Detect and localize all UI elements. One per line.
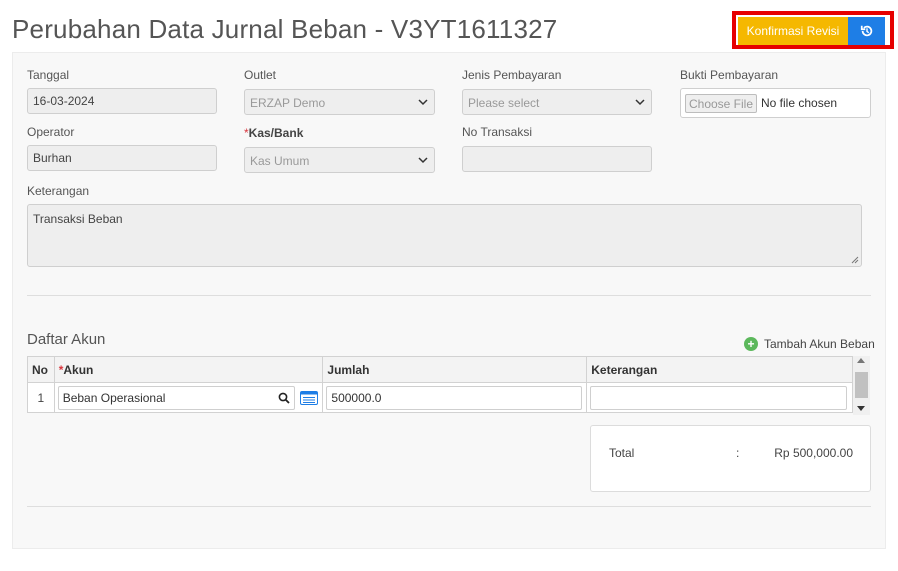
column-header-no: No — [27, 356, 55, 383]
plus-circle-icon: + — [744, 337, 758, 351]
chevron-down-icon — [418, 99, 428, 106]
accounts-table: No *Akun Jumlah Keterangan 1 Beban Opera… — [27, 356, 853, 413]
divider — [27, 295, 871, 296]
tanggal-field[interactable]: 16-03-2024 — [27, 88, 217, 114]
keterangan-label: Keterangan — [27, 184, 90, 198]
row-keterangan-input[interactable] — [590, 385, 848, 410]
kas-bank-select[interactable]: Kas Umum — [244, 147, 435, 173]
operator-label: Operator — [27, 125, 75, 139]
form-panel: Tanggal 16-03-2024 Outlet ERZAP Demo Jen… — [12, 52, 886, 549]
list-browse-icon[interactable] — [299, 390, 318, 405]
akun-value: Beban Operasional — [62, 390, 166, 405]
action-buttons-group: Konfirmasi Revisi — [732, 11, 894, 49]
total-value: Rp 500,000.00 — [774, 446, 853, 460]
resize-grip-icon[interactable] — [851, 256, 859, 264]
operator-field[interactable]: Burhan — [27, 145, 217, 171]
outlet-label: Outlet — [244, 68, 277, 82]
kas-bank-label-text: Kas/Bank — [248, 126, 304, 140]
no-transaksi-label: No Transaksi — [462, 125, 533, 139]
tanggal-label: Tanggal — [27, 68, 70, 82]
keterangan-textarea[interactable]: Transaksi Beban — [27, 204, 862, 267]
jumlah-input[interactable]: 500000.0 — [326, 385, 583, 410]
table-header-row: No *Akun Jumlah Keterangan — [27, 356, 853, 383]
scroll-up-arrow-icon[interactable] — [857, 358, 865, 363]
jumlah-cell: 500000.0 — [322, 382, 588, 413]
kas-bank-label: *Kas/Bank — [244, 126, 303, 140]
add-expense-account-label: Tambah Akun Beban — [764, 337, 875, 351]
keterangan-cell — [586, 382, 853, 413]
bukti-pembayaran-label: Bukti Pembayaran — [680, 68, 779, 82]
chevron-down-icon — [635, 99, 645, 106]
column-header-keterangan: Keterangan — [586, 356, 853, 383]
page-title: Perubahan Data Jurnal Beban - V3YT161132… — [12, 14, 558, 44]
akun-input[interactable]: Beban Operasional — [57, 385, 295, 410]
scroll-down-arrow-icon[interactable] — [857, 406, 865, 411]
total-summary-box: Total : Rp 500,000.00 — [590, 425, 871, 492]
outlet-value: ERZAP Demo — [250, 96, 326, 110]
column-header-akun-text: Akun — [63, 362, 94, 377]
row-number: 1 — [27, 382, 55, 413]
column-header-jumlah: Jumlah — [322, 356, 588, 383]
file-status: No file chosen — [761, 96, 838, 110]
table-row: 1 Beban Operasional 500000.0 — [27, 382, 853, 413]
choose-file-button[interactable]: Choose File — [685, 94, 757, 113]
kas-bank-value: Kas Umum — [250, 154, 310, 168]
chevron-down-icon — [418, 157, 428, 164]
table-scrollbar[interactable] — [853, 356, 870, 415]
column-header-akun: *Akun — [53, 356, 324, 383]
jenis-pembayaran-select[interactable]: Please select — [462, 89, 652, 115]
add-expense-account-link[interactable]: + Tambah Akun Beban — [744, 337, 875, 351]
scrollbar-thumb[interactable] — [855, 372, 868, 398]
bukti-pembayaran-file-input[interactable]: Choose File No file chosen — [680, 88, 871, 118]
outlet-select[interactable]: ERZAP Demo — [244, 89, 435, 115]
history-button[interactable] — [848, 17, 885, 45]
confirm-revision-button[interactable]: Konfirmasi Revisi — [738, 17, 848, 45]
total-separator: : — [736, 446, 740, 460]
akun-cell: Beban Operasional — [53, 382, 324, 413]
divider — [27, 506, 871, 507]
history-icon — [860, 25, 872, 37]
jenis-pembayaran-label: Jenis Pembayaran — [462, 68, 562, 82]
jenis-pembayaran-placeholder: Please select — [468, 96, 540, 110]
search-icon[interactable] — [278, 392, 290, 404]
keterangan-value: Transaksi Beban — [33, 212, 123, 226]
total-label: Total — [609, 446, 635, 460]
daftar-akun-title: Daftar Akun — [27, 331, 106, 348]
no-transaksi-field[interactable] — [462, 146, 652, 172]
